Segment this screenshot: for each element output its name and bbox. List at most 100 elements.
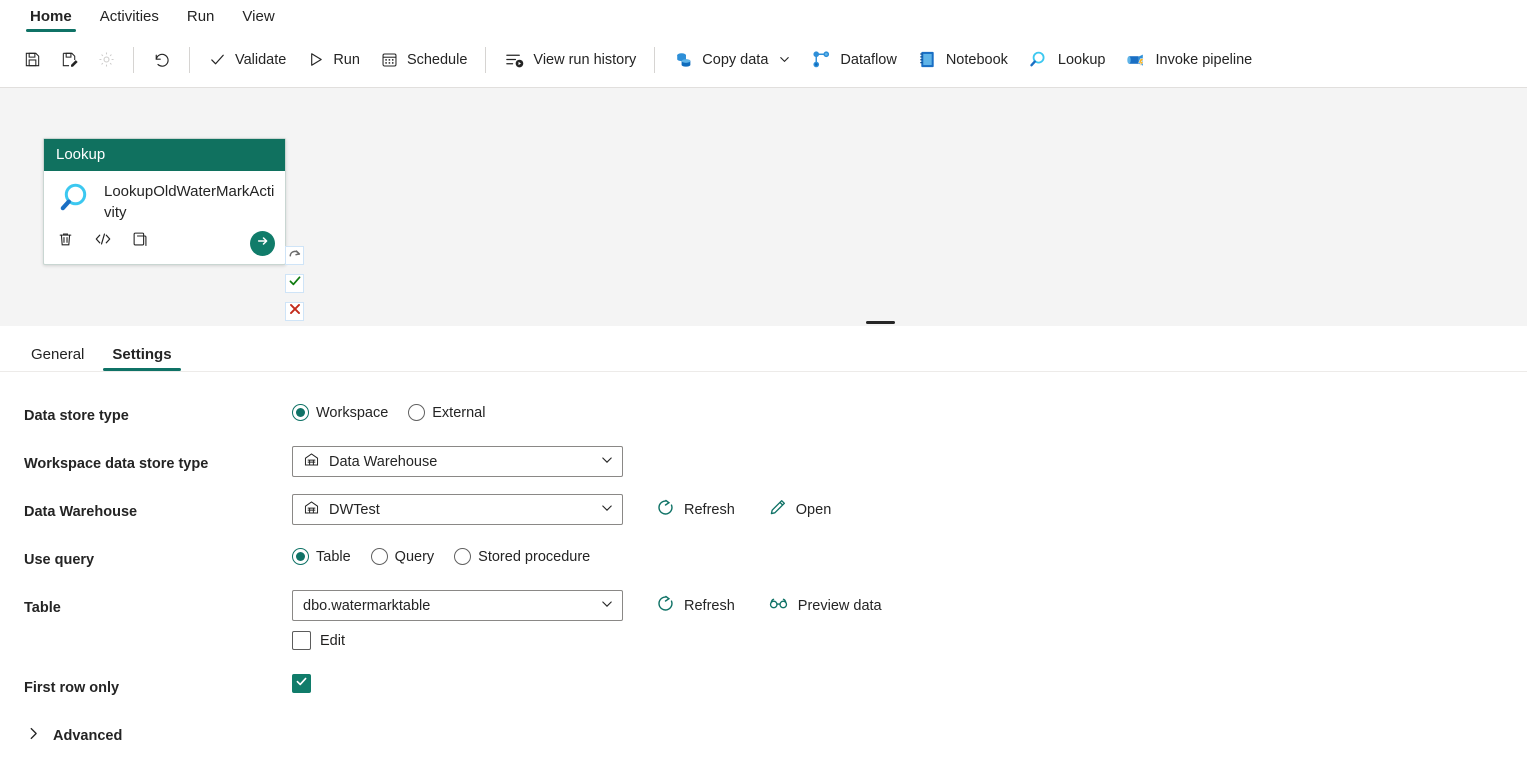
- table-refresh-button[interactable]: Refresh: [656, 594, 735, 617]
- radio-table[interactable]: Table: [292, 548, 351, 565]
- tab-general-label: General: [31, 346, 85, 363]
- first-row-only-checkbox[interactable]: [292, 674, 311, 693]
- data-warehouse-dropdown[interactable]: DWTest: [292, 494, 623, 525]
- advanced-section-toggle[interactable]: Advanced: [0, 726, 1527, 745]
- data-store-type-radio-group: Workspace External: [292, 398, 505, 421]
- connector-on-success[interactable]: [285, 274, 304, 293]
- tab-general[interactable]: General: [22, 346, 93, 371]
- ribbon-tab-activities[interactable]: Activities: [86, 8, 173, 32]
- ribbon-tab-run[interactable]: Run: [173, 8, 229, 32]
- notebook-icon: [917, 49, 938, 70]
- invoke-pipeline-button[interactable]: Invoke pipeline: [1115, 42, 1262, 78]
- activity-details-panel: General Settings Data store type Workspa…: [0, 326, 1527, 745]
- toolbar-separator-4: [654, 46, 656, 73]
- panel-resize-handle[interactable]: [866, 321, 895, 324]
- ribbon-tab-activities-label: Activities: [99, 8, 159, 25]
- radio-query-dot: [370, 548, 388, 565]
- data-warehouse-label: Data Warehouse: [24, 504, 138, 520]
- save-icon: [23, 50, 42, 69]
- radio-workspace-label: Workspace: [316, 404, 389, 421]
- cross-icon: [288, 302, 302, 321]
- table-edit-checkbox-box: [292, 631, 311, 650]
- activity-card-lookup[interactable]: Lookup LookupOldWaterMarkActivity: [43, 138, 286, 265]
- settings-form: Data store type Workspace External Works…: [0, 372, 1527, 745]
- invoke-pipeline-label: Invoke pipeline: [1155, 51, 1253, 68]
- radio-table-label: Table: [316, 548, 351, 565]
- play-icon: [306, 50, 325, 69]
- first-row-only-label: First row only: [24, 680, 120, 696]
- pipeline-canvas[interactable]: Lookup LookupOldWaterMarkActivity: [0, 88, 1527, 326]
- lookup-button[interactable]: Lookup: [1018, 42, 1116, 78]
- radio-workspace[interactable]: Workspace: [292, 404, 388, 421]
- ribbon-tab-view-label: View: [242, 8, 275, 25]
- data-warehouse-open-label: Open: [795, 501, 832, 518]
- pencil-icon: [768, 498, 787, 521]
- field-table: Table dbo.watermarktable Refresh Preview…: [0, 590, 1527, 650]
- skip-arrow-icon: [288, 246, 302, 265]
- settings-button[interactable]: [88, 42, 125, 78]
- save-button[interactable]: [14, 42, 51, 78]
- notebook-label: Notebook: [945, 51, 1008, 68]
- refresh-icon: [656, 498, 675, 521]
- validate-label: Validate: [235, 51, 287, 68]
- workspace-data-store-type-label: Workspace data store type: [24, 456, 209, 472]
- undo-icon: [151, 49, 172, 70]
- undo-button[interactable]: [142, 42, 181, 78]
- radio-external-label: External: [432, 404, 486, 421]
- refresh-icon: [656, 594, 675, 617]
- checkmark-icon: [208, 50, 227, 69]
- check-icon: [288, 274, 302, 293]
- field-workspace-data-store-type: Workspace data store type Data Warehouse: [0, 446, 1527, 484]
- run-button[interactable]: Run: [296, 42, 370, 78]
- validate-button[interactable]: Validate: [198, 42, 296, 78]
- radio-query-label: Query: [394, 548, 435, 565]
- view-run-history-label: View run history: [533, 51, 637, 68]
- ribbon-tab-home[interactable]: Home: [16, 8, 86, 32]
- copy-icon[interactable]: [131, 230, 150, 254]
- ribbon-tab-home-label: Home: [30, 8, 72, 25]
- copy-data-label: Copy data: [702, 51, 769, 68]
- run-activity-arrow-icon: [256, 234, 270, 253]
- activity-body: LookupOldWaterMarkActivity: [44, 171, 285, 227]
- lookup-magnifier-icon: [56, 179, 94, 222]
- data-warehouse-refresh-button[interactable]: Refresh: [656, 498, 735, 521]
- radio-stored-procedure[interactable]: Stored procedure: [454, 548, 590, 565]
- tab-settings[interactable]: Settings: [103, 346, 181, 371]
- radio-stored-procedure-dot: [454, 548, 472, 565]
- radio-query[interactable]: Query: [370, 548, 435, 565]
- field-use-query: Use query Table Query Stored procedure: [0, 542, 1527, 580]
- check-icon: [295, 675, 308, 693]
- radio-external-dot: [408, 404, 426, 421]
- workspace-data-store-type-dropdown[interactable]: Data Warehouse: [292, 446, 623, 477]
- radio-workspace-dot: [292, 404, 309, 421]
- field-data-warehouse: Data Warehouse DWTest Refresh Open: [0, 494, 1527, 532]
- copy-data-icon: [673, 49, 694, 70]
- run-activity-button[interactable]: [250, 231, 275, 256]
- connector-on-failure[interactable]: [285, 302, 304, 321]
- schedule-label: Schedule: [406, 51, 468, 68]
- table-dropdown[interactable]: dbo.watermarktable: [292, 590, 623, 621]
- save-as-button[interactable]: [51, 42, 88, 78]
- table-edit-checkbox[interactable]: Edit: [292, 631, 882, 650]
- data-warehouse-open-button[interactable]: Open: [768, 498, 831, 521]
- connector-on-skip[interactable]: [285, 246, 304, 265]
- dataflow-button[interactable]: Dataflow: [801, 42, 906, 78]
- trash-icon[interactable]: [56, 230, 75, 254]
- chevron-down-icon: [600, 501, 614, 519]
- radio-table-dot: [292, 548, 309, 565]
- panel-tab-bar: General Settings: [0, 326, 1527, 372]
- table-preview-data-button[interactable]: Preview data: [768, 594, 882, 617]
- notebook-button[interactable]: Notebook: [907, 42, 1018, 78]
- lookup-label: Lookup: [1057, 51, 1106, 68]
- activity-type-header: Lookup: [44, 139, 285, 171]
- warehouse-icon: [303, 499, 320, 520]
- run-label: Run: [333, 51, 360, 68]
- schedule-button[interactable]: Schedule: [370, 42, 477, 78]
- code-icon[interactable]: [93, 229, 113, 254]
- activity-type-label: Lookup: [56, 146, 106, 163]
- radio-external[interactable]: External: [408, 404, 485, 421]
- ribbon-tab-view[interactable]: View: [228, 8, 288, 32]
- view-run-history-button[interactable]: View run history: [494, 42, 646, 78]
- copy-data-button[interactable]: Copy data: [663, 42, 801, 78]
- toolbar-separator-1: [133, 46, 134, 73]
